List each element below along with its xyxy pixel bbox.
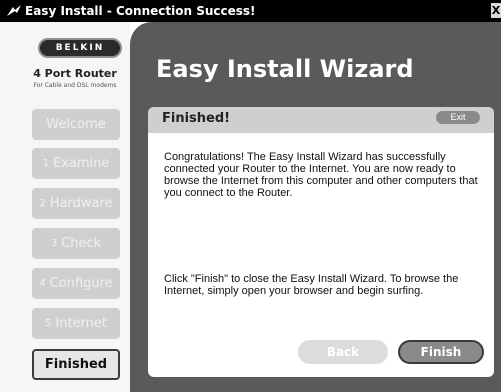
title-bar: Easy Install - Connection Success! X	[0, 0, 501, 22]
step-examine[interactable]: 1 Examine	[32, 148, 120, 179]
step-label: Configure	[49, 276, 113, 291]
step-label: Welcome	[46, 117, 106, 132]
panel-title: Finished!	[162, 111, 231, 126]
app-icon	[6, 4, 22, 18]
router-subtitle: For Cable and DSL modems	[33, 82, 117, 89]
window-title: Easy Install - Connection Success!	[25, 4, 256, 18]
page-title: Easy Install Wizard	[156, 55, 414, 83]
step-label: Internet	[55, 316, 107, 331]
success-message: Congratulations! The Easy Install Wizard…	[164, 151, 478, 199]
router-name: 4 Port Router	[33, 67, 117, 80]
sidebar: BELKIN 4 Port Router For Cable and DSL m…	[0, 22, 130, 392]
step-number: 4	[39, 278, 46, 289]
step-number: 1	[42, 158, 49, 169]
step-number: 2	[39, 198, 46, 209]
panel-header: Finished! Exit	[148, 107, 494, 133]
step-label: Finished	[44, 357, 108, 372]
belkin-logo: BELKIN	[38, 38, 122, 58]
back-button[interactable]: Back	[298, 340, 388, 364]
step-label: Check	[61, 236, 102, 251]
step-number: 3	[50, 238, 58, 249]
content-panel: Finished! Exit Congratulations! The Easy…	[148, 107, 494, 377]
step-number: 5	[45, 318, 52, 329]
step-internet[interactable]: 5 Internet	[32, 308, 120, 339]
step-configure[interactable]: 4 Configure	[32, 268, 120, 299]
step-label: Examine	[52, 156, 110, 171]
step-label: Hardware	[49, 196, 113, 211]
step-finished[interactable]: Finished	[32, 349, 120, 380]
close-icon[interactable]: X	[491, 3, 501, 18]
finish-instructions: Click "Finish" to close the Easy Install…	[164, 273, 459, 297]
exit-button[interactable]: Exit	[436, 111, 480, 124]
step-check[interactable]: 3 Check	[32, 228, 120, 259]
finish-button[interactable]: Finish	[398, 340, 484, 364]
step-hardware[interactable]: 2 Hardware	[32, 188, 120, 219]
main-area: Easy Install Wizard Finished! Exit Congr…	[130, 22, 501, 392]
step-welcome[interactable]: Welcome	[32, 109, 120, 140]
